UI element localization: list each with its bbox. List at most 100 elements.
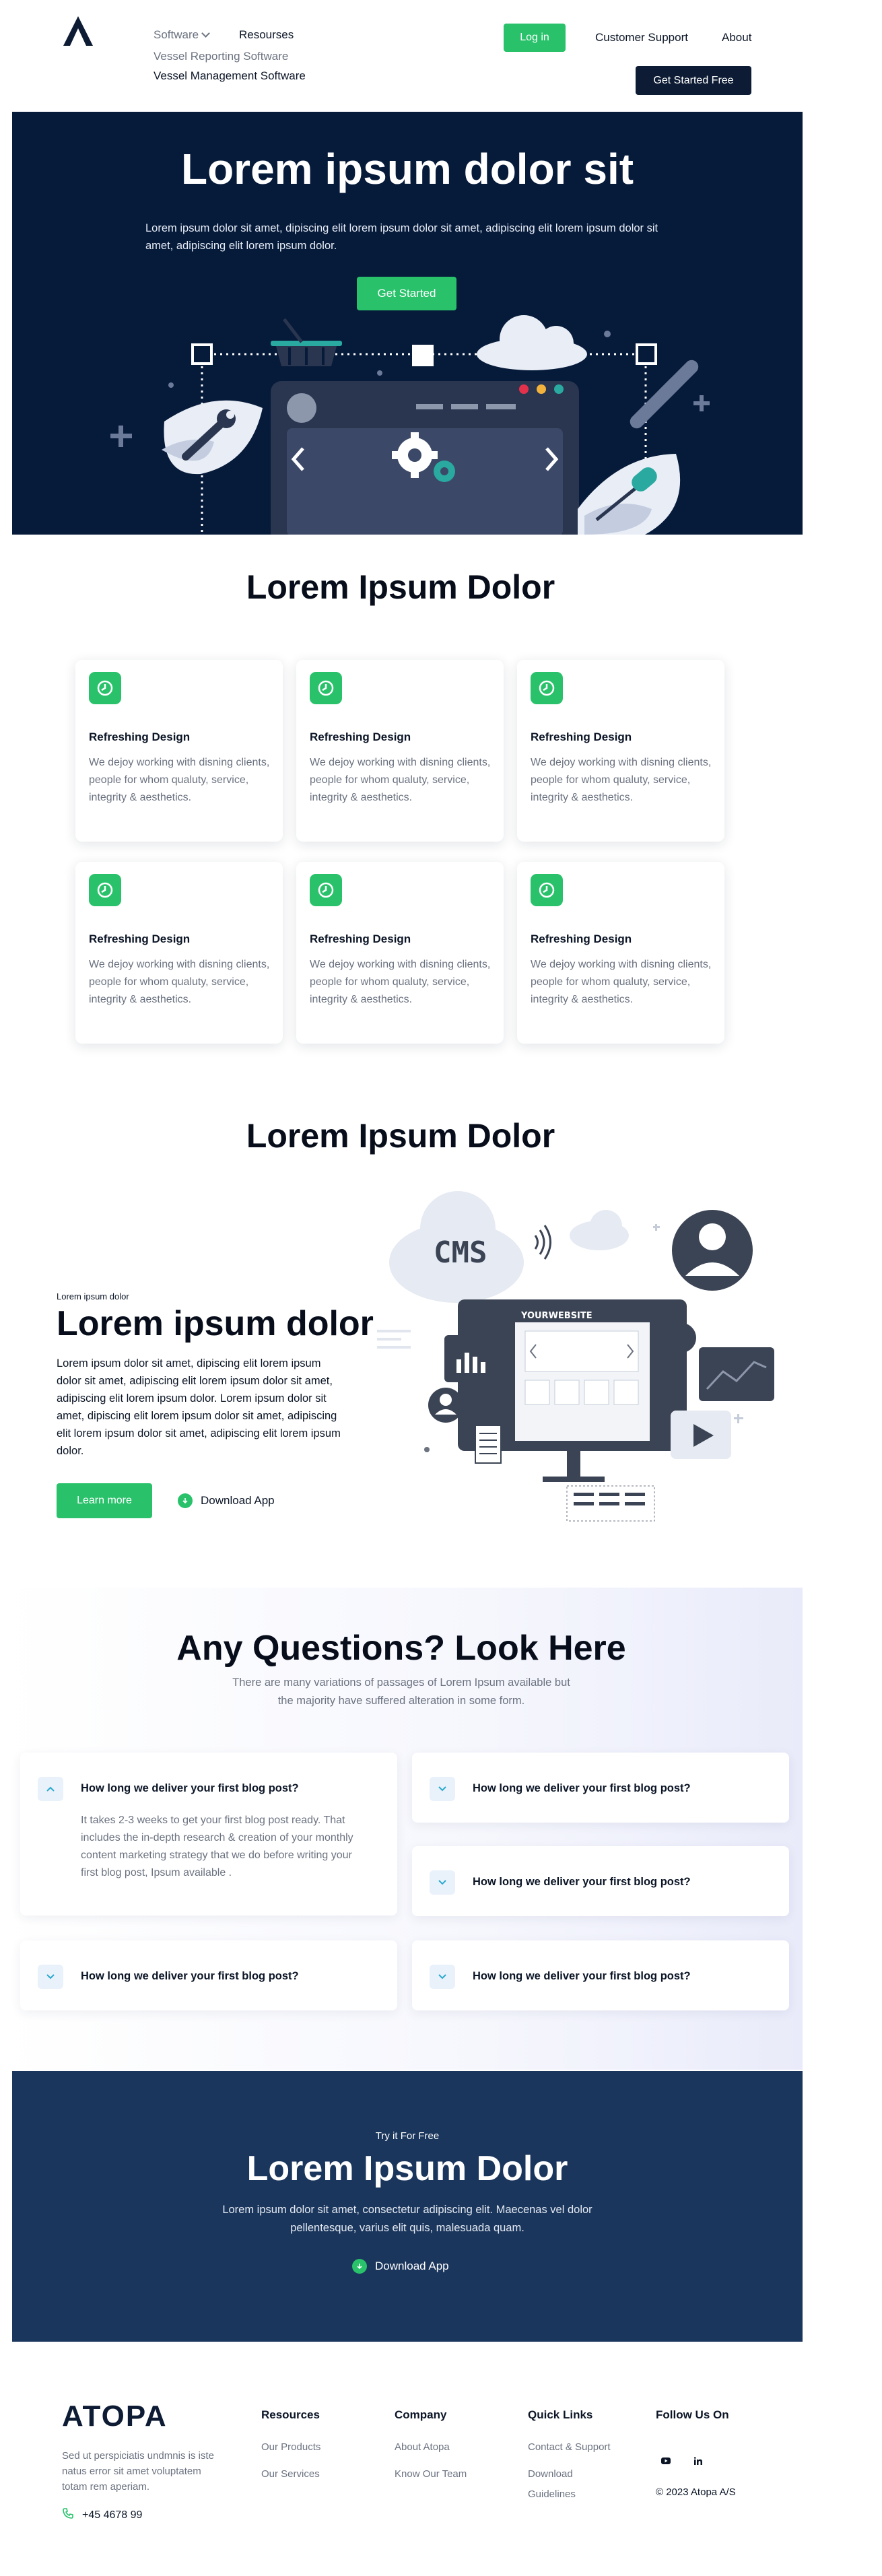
faq-answer: It takes 2-3 weeks to get your first blo… bbox=[81, 1815, 353, 1878]
hero-get-started-button[interactable]: Get Started bbox=[357, 277, 456, 310]
chevron-down-icon bbox=[201, 29, 210, 38]
hero-illustration bbox=[110, 315, 710, 535]
chevron-down-icon[interactable] bbox=[38, 1965, 63, 1989]
card-text: We dejoy working with disning clients, p… bbox=[531, 757, 712, 803]
cta-eyebrow: Try it For Free bbox=[375, 2130, 440, 2142]
footer-link-know-our-team[interactable]: Know Our Team bbox=[395, 2464, 467, 2484]
nav-about-link[interactable]: About bbox=[722, 31, 751, 44]
cms-section-title: Lorem Ipsum Dolor bbox=[246, 1117, 555, 1155]
page: Software Resourses Vessel Reporting Soft… bbox=[0, 0, 882, 2576]
features-title: Lorem Ipsum Dolor bbox=[246, 568, 555, 606]
clock-icon bbox=[89, 672, 121, 704]
download-icon bbox=[178, 1493, 193, 1508]
clock-icon bbox=[89, 874, 121, 906]
chevron-up-icon[interactable] bbox=[38, 1777, 63, 1801]
wrench-icon bbox=[162, 400, 263, 475]
footer-resources-heading: Resources bbox=[261, 2408, 320, 2421]
footer-logo[interactable]: ATOPA bbox=[62, 2400, 168, 2433]
faq-title: Any Questions? Look Here bbox=[176, 1629, 626, 1668]
faq-question: How long we deliver your first blog post… bbox=[473, 1782, 691, 1794]
cms-eyebrow: Lorem ipsum dolor bbox=[57, 1291, 129, 1301]
basket-icon bbox=[271, 318, 342, 366]
chevron-down-icon[interactable] bbox=[430, 1777, 455, 1801]
atopa-logo-icon[interactable] bbox=[62, 15, 94, 47]
hero-section: Lorem ipsum dolor sit Lorem ipsum dolor … bbox=[12, 112, 803, 535]
download-icon bbox=[352, 2259, 367, 2274]
nav-software-label: Software bbox=[154, 28, 199, 41]
chevron-down-icon[interactable] bbox=[430, 1870, 455, 1895]
faq-item[interactable]: How long we deliver your first blog post… bbox=[412, 1940, 789, 2010]
footer-link-our-services[interactable]: Our Services bbox=[261, 2464, 320, 2484]
card-title: Refreshing Design bbox=[531, 933, 632, 945]
feature-card: Refreshing Design We dejoy working with … bbox=[517, 862, 724, 1044]
footer-link-contact-support[interactable]: Contact & Support bbox=[528, 2437, 611, 2458]
faq-section: Any Questions? Look Here There are many … bbox=[0, 1588, 803, 2070]
footer-copyright: © 2023 Atopa A/S bbox=[656, 2486, 736, 2498]
faq-item[interactable]: How long we deliver your first blog post… bbox=[20, 1940, 397, 2010]
youtube-icon[interactable] bbox=[656, 2451, 676, 2471]
nav-software-menu[interactable]: Software bbox=[154, 28, 210, 42]
card-title: Refreshing Design bbox=[310, 731, 411, 743]
phone-icon bbox=[62, 2507, 74, 2523]
get-started-free-button[interactable]: Get Started Free bbox=[636, 66, 751, 95]
hero-text: Lorem ipsum dolor sit amet, dipiscing el… bbox=[145, 222, 658, 252]
card-text: We dejoy working with disning clients, p… bbox=[89, 757, 270, 803]
cta-text: Lorem ipsum dolor sit amet, consectetur … bbox=[222, 2204, 592, 2234]
faq-question: How long we deliver your first blog post… bbox=[473, 1970, 691, 1982]
nav-resources-link[interactable]: Resourses bbox=[239, 28, 294, 42]
card-title: Refreshing Design bbox=[310, 933, 411, 945]
footer-company-heading: Company bbox=[395, 2408, 447, 2421]
footer-link-guidelines[interactable]: Guidelines bbox=[528, 2484, 576, 2505]
card-title: Refreshing Design bbox=[89, 933, 191, 945]
card-title: Refreshing Design bbox=[89, 731, 191, 743]
cta-download-app-link[interactable]: Download App bbox=[352, 2259, 449, 2274]
footer-quick-links-heading: Quick Links bbox=[528, 2408, 593, 2421]
cta-title: Lorem Ipsum Dolor bbox=[246, 2149, 568, 2188]
feature-card: Refreshing Design We dejoy working with … bbox=[517, 660, 724, 842]
cta-section: Try it For Free Lorem Ipsum Dolor Lorem … bbox=[12, 2071, 803, 2342]
footer-link-download[interactable]: Download bbox=[528, 2464, 573, 2484]
card-text: We dejoy working with disning clients, p… bbox=[310, 959, 491, 1005]
footer-phone-number: +45 4678 99 bbox=[82, 2509, 143, 2521]
footer-link-about-atopa[interactable]: About Atopa bbox=[395, 2437, 450, 2458]
cta-download-label: Download App bbox=[375, 2260, 449, 2272]
submenu-vessel-reporting[interactable]: Vessel Reporting Software bbox=[154, 50, 288, 63]
faq-question: How long we deliver your first blog post… bbox=[81, 1782, 299, 1794]
card-text: We dejoy working with disning clients, p… bbox=[89, 959, 270, 1005]
cms-text: Lorem ipsum dolor sit amet, dipiscing el… bbox=[57, 1357, 341, 1457]
linkedin-icon[interactable] bbox=[688, 2451, 708, 2471]
clock-icon bbox=[531, 672, 563, 704]
hero-title: Lorem ipsum dolor sit bbox=[180, 145, 634, 193]
card-text: We dejoy working with disning clients, p… bbox=[531, 959, 712, 1005]
feature-card: Refreshing Design We dejoy working with … bbox=[75, 862, 283, 1044]
feature-card: Refreshing Design We dejoy working with … bbox=[296, 862, 504, 1044]
yourwebsite-art-label: YOURWEBSITE bbox=[520, 1311, 592, 1321]
footer-description: Sed ut perspiciatis undmnis is iste natu… bbox=[62, 2450, 214, 2493]
cms-title: Lorem ipsum dolor bbox=[57, 1304, 374, 1343]
card-title: Refreshing Design bbox=[531, 731, 632, 743]
chevron-down-icon[interactable] bbox=[430, 1965, 455, 1989]
clock-icon bbox=[531, 874, 563, 906]
screwdriver-icon bbox=[578, 454, 681, 535]
submenu-vessel-management[interactable]: Vessel Management Software bbox=[154, 69, 306, 83]
footer-follow-heading: Follow Us On bbox=[656, 2408, 729, 2421]
footer-phone[interactable]: +45 4678 99 bbox=[62, 2507, 142, 2523]
top-nav: Software Resourses Vessel Reporting Soft… bbox=[0, 0, 882, 108]
faq-question: How long we deliver your first blog post… bbox=[81, 1970, 299, 1982]
clock-icon bbox=[310, 672, 342, 704]
footer-link-our-products[interactable]: Our Products bbox=[261, 2437, 320, 2458]
download-app-label: Download App bbox=[201, 1494, 275, 1507]
faq-question: How long we deliver your first blog post… bbox=[473, 1876, 691, 1888]
faq-item[interactable]: How long we deliver your first blog post… bbox=[20, 1753, 397, 1916]
download-app-link[interactable]: Download App bbox=[178, 1493, 275, 1508]
cms-art-label: CMS bbox=[434, 1235, 487, 1270]
learn-more-button[interactable]: Learn more bbox=[57, 1483, 152, 1518]
faq-item[interactable]: How long we deliver your first blog post… bbox=[412, 1753, 789, 1823]
faq-item[interactable]: How long we deliver your first blog post… bbox=[412, 1846, 789, 1916]
feature-card: Refreshing Design We dejoy working with … bbox=[75, 660, 283, 842]
cms-illustration: CMS YOURWEBSITE bbox=[377, 1191, 774, 1522]
login-button[interactable]: Log in bbox=[504, 24, 566, 52]
nav-customer-support-link[interactable]: Customer Support bbox=[595, 31, 688, 44]
card-text: We dejoy working with disning clients, p… bbox=[310, 757, 491, 803]
feature-card: Refreshing Design We dejoy working with … bbox=[296, 660, 504, 842]
